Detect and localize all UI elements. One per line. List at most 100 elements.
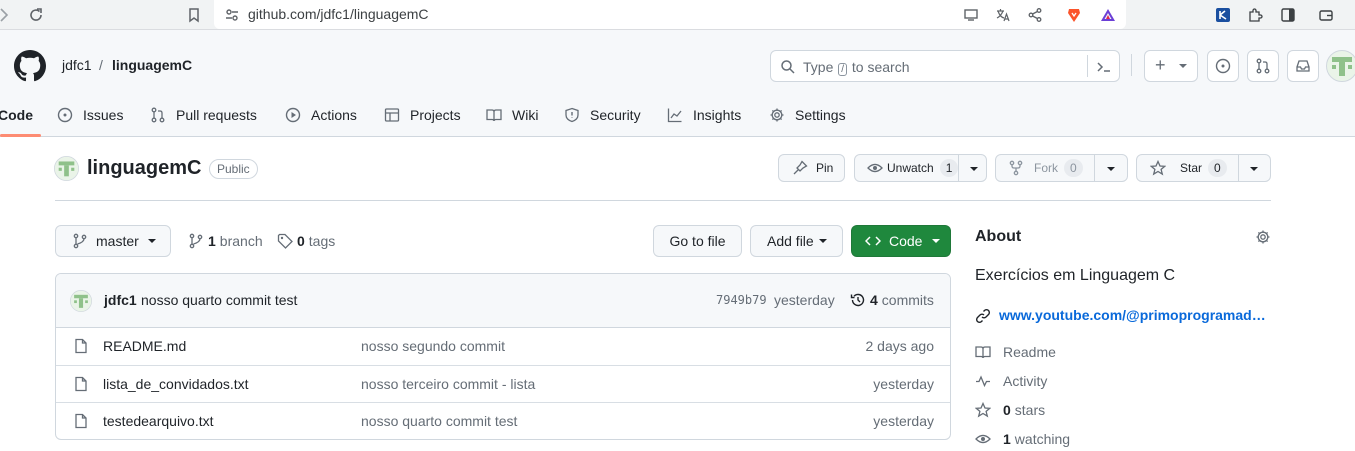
search-placeholder: Type / to search bbox=[803, 59, 910, 76]
triangle-down-icon[interactable] bbox=[1249, 166, 1259, 172]
star-icon bbox=[975, 402, 991, 418]
reload-icon[interactable] bbox=[28, 7, 44, 23]
unwatch-label: Unwatch bbox=[887, 161, 934, 175]
repo-title[interactable]: linguagemC bbox=[87, 157, 201, 180]
star-button[interactable]: Star 0 bbox=[1136, 154, 1271, 182]
fork-label: Fork bbox=[1034, 161, 1058, 175]
git-branch-icon bbox=[188, 233, 204, 249]
visibility-badge: Public bbox=[209, 159, 258, 179]
commit-message[interactable]: nosso quarto commit test bbox=[141, 292, 297, 308]
bookmark-icon[interactable] bbox=[186, 7, 202, 23]
create-new-button[interactable]: + bbox=[1144, 50, 1198, 82]
issues-button[interactable] bbox=[1207, 50, 1239, 82]
file-browser: jdfc1 nosso quarto commit test 7949b79 y… bbox=[55, 273, 951, 440]
file-name[interactable]: README.md bbox=[103, 338, 186, 354]
triangle-down-icon[interactable] bbox=[969, 166, 979, 172]
cast-icon[interactable] bbox=[963, 7, 979, 23]
header-divider bbox=[1131, 54, 1132, 76]
tab-projects-label: Projects bbox=[410, 107, 461, 123]
search-input[interactable]: Type / to search bbox=[770, 50, 1120, 82]
go-to-file-button[interactable]: Go to file bbox=[653, 225, 742, 257]
file-row[interactable]: testedearquivo.txt nosso quarto commit t… bbox=[56, 402, 950, 439]
tab-pull-requests-label: Pull requests bbox=[176, 107, 257, 123]
inbox-button[interactable] bbox=[1287, 50, 1319, 82]
pin-button[interactable]: Pin bbox=[778, 154, 845, 182]
branches-link[interactable]: 1 branch bbox=[188, 233, 263, 249]
gear-icon bbox=[769, 107, 785, 123]
pull-requests-button[interactable] bbox=[1247, 50, 1279, 82]
readme-link[interactable]: Readme bbox=[975, 342, 1056, 362]
tab-wiki[interactable]: Wiki bbox=[486, 105, 538, 125]
activity-link[interactable]: Activity bbox=[975, 371, 1047, 391]
history-icon bbox=[850, 292, 866, 308]
file-name[interactable]: testedearquivo.txt bbox=[103, 413, 214, 429]
tab-projects[interactable]: Projects bbox=[384, 105, 461, 125]
sidebar-icon[interactable] bbox=[1280, 7, 1296, 23]
file-commit-message[interactable]: nosso segundo commit bbox=[361, 338, 505, 354]
puzzle-icon[interactable] bbox=[1247, 7, 1263, 23]
latest-commit-bar: jdfc1 nosso quarto commit test 7949b79 y… bbox=[56, 274, 950, 328]
tab-issues-label: Issues bbox=[83, 107, 124, 123]
commits-link[interactable]: 4 commits bbox=[850, 292, 934, 308]
command-palette-icon[interactable] bbox=[1096, 59, 1112, 75]
tags-link[interactable]: 0 tags bbox=[277, 233, 335, 249]
add-file-label: Add file bbox=[767, 233, 814, 249]
go-to-file-label: Go to file bbox=[669, 233, 726, 249]
website-link[interactable]: www.youtube.com/@primoprogramad… bbox=[999, 307, 1269, 323]
commit-author[interactable]: jdfc1 bbox=[104, 292, 137, 308]
file-commit-message[interactable]: nosso terceiro commit - lista bbox=[361, 376, 535, 392]
breadcrumb-owner[interactable]: jdfc1 bbox=[62, 57, 92, 73]
code-button[interactable]: Code bbox=[851, 225, 951, 257]
tab-insights[interactable]: Insights bbox=[667, 105, 741, 125]
user-avatar[interactable] bbox=[1326, 50, 1355, 82]
add-file-button[interactable]: Add file bbox=[750, 225, 843, 257]
stars-word: stars bbox=[1014, 402, 1046, 418]
table-icon bbox=[384, 107, 400, 123]
share-icon[interactable] bbox=[1027, 7, 1043, 23]
watching-link[interactable]: 1 watching bbox=[975, 429, 1070, 449]
extension-icon[interactable] bbox=[1215, 7, 1231, 23]
breadcrumb-repo[interactable]: linguagemC bbox=[112, 57, 192, 73]
url-text[interactable]: github.com/jdfc1/linguagemC bbox=[248, 6, 429, 22]
tab-actions[interactable]: Actions bbox=[285, 105, 357, 125]
triangle-down-icon bbox=[931, 238, 941, 244]
triangle-down-icon bbox=[1178, 63, 1188, 69]
triangle-down-icon[interactable] bbox=[1106, 166, 1116, 172]
commit-sha[interactable]: 7949b79 bbox=[716, 293, 767, 307]
repo-owner-avatar[interactable] bbox=[54, 156, 79, 181]
stars-count: 0 bbox=[1003, 402, 1011, 418]
fork-button[interactable]: Fork 0 bbox=[995, 154, 1128, 182]
site-info-icon[interactable] bbox=[224, 7, 240, 23]
commit-author-avatar[interactable] bbox=[70, 290, 92, 312]
branch-count: 1 bbox=[208, 233, 216, 249]
file-commit-time: yesterday bbox=[873, 413, 934, 429]
pull-request-icon bbox=[150, 107, 166, 123]
tab-security[interactable]: Security bbox=[564, 105, 641, 125]
tab-code[interactable]: Code bbox=[0, 105, 33, 125]
link-icon bbox=[975, 308, 991, 324]
stars-link[interactable]: 0 stars bbox=[975, 400, 1045, 420]
unwatch-button[interactable]: Unwatch 1 bbox=[854, 154, 987, 182]
tab-issues[interactable]: Issues bbox=[57, 105, 123, 125]
translate-icon[interactable] bbox=[995, 7, 1011, 23]
file-name[interactable]: lista_de_convidados.txt bbox=[103, 376, 249, 392]
issue-icon bbox=[1215, 58, 1231, 74]
gear-icon[interactable] bbox=[1255, 229, 1271, 245]
watching-word: watching bbox=[1014, 431, 1071, 447]
file-row[interactable]: README.md nosso segundo commit 2 days ag… bbox=[56, 328, 950, 365]
tab-pull-requests[interactable]: Pull requests bbox=[150, 105, 257, 125]
tab-settings-label: Settings bbox=[795, 107, 846, 123]
pin-icon bbox=[792, 160, 808, 176]
search-icon bbox=[780, 59, 796, 75]
file-commit-message[interactable]: nosso quarto commit test bbox=[361, 413, 517, 429]
branch-select-button[interactable]: master bbox=[55, 225, 171, 257]
brave-rewards-icon[interactable] bbox=[1100, 7, 1116, 23]
file-row[interactable]: lista_de_convidados.txt nosso terceiro c… bbox=[56, 365, 950, 402]
github-logo-icon[interactable] bbox=[14, 50, 46, 82]
tab-settings[interactable]: Settings bbox=[769, 105, 846, 125]
wallet-icon[interactable] bbox=[1318, 7, 1334, 23]
forward-icon[interactable] bbox=[0, 7, 12, 23]
brave-shield-icon[interactable] bbox=[1066, 7, 1082, 23]
git-branch-icon bbox=[72, 233, 88, 249]
browser-toolbar: github.com/jdfc1/linguagemC bbox=[0, 0, 1355, 30]
